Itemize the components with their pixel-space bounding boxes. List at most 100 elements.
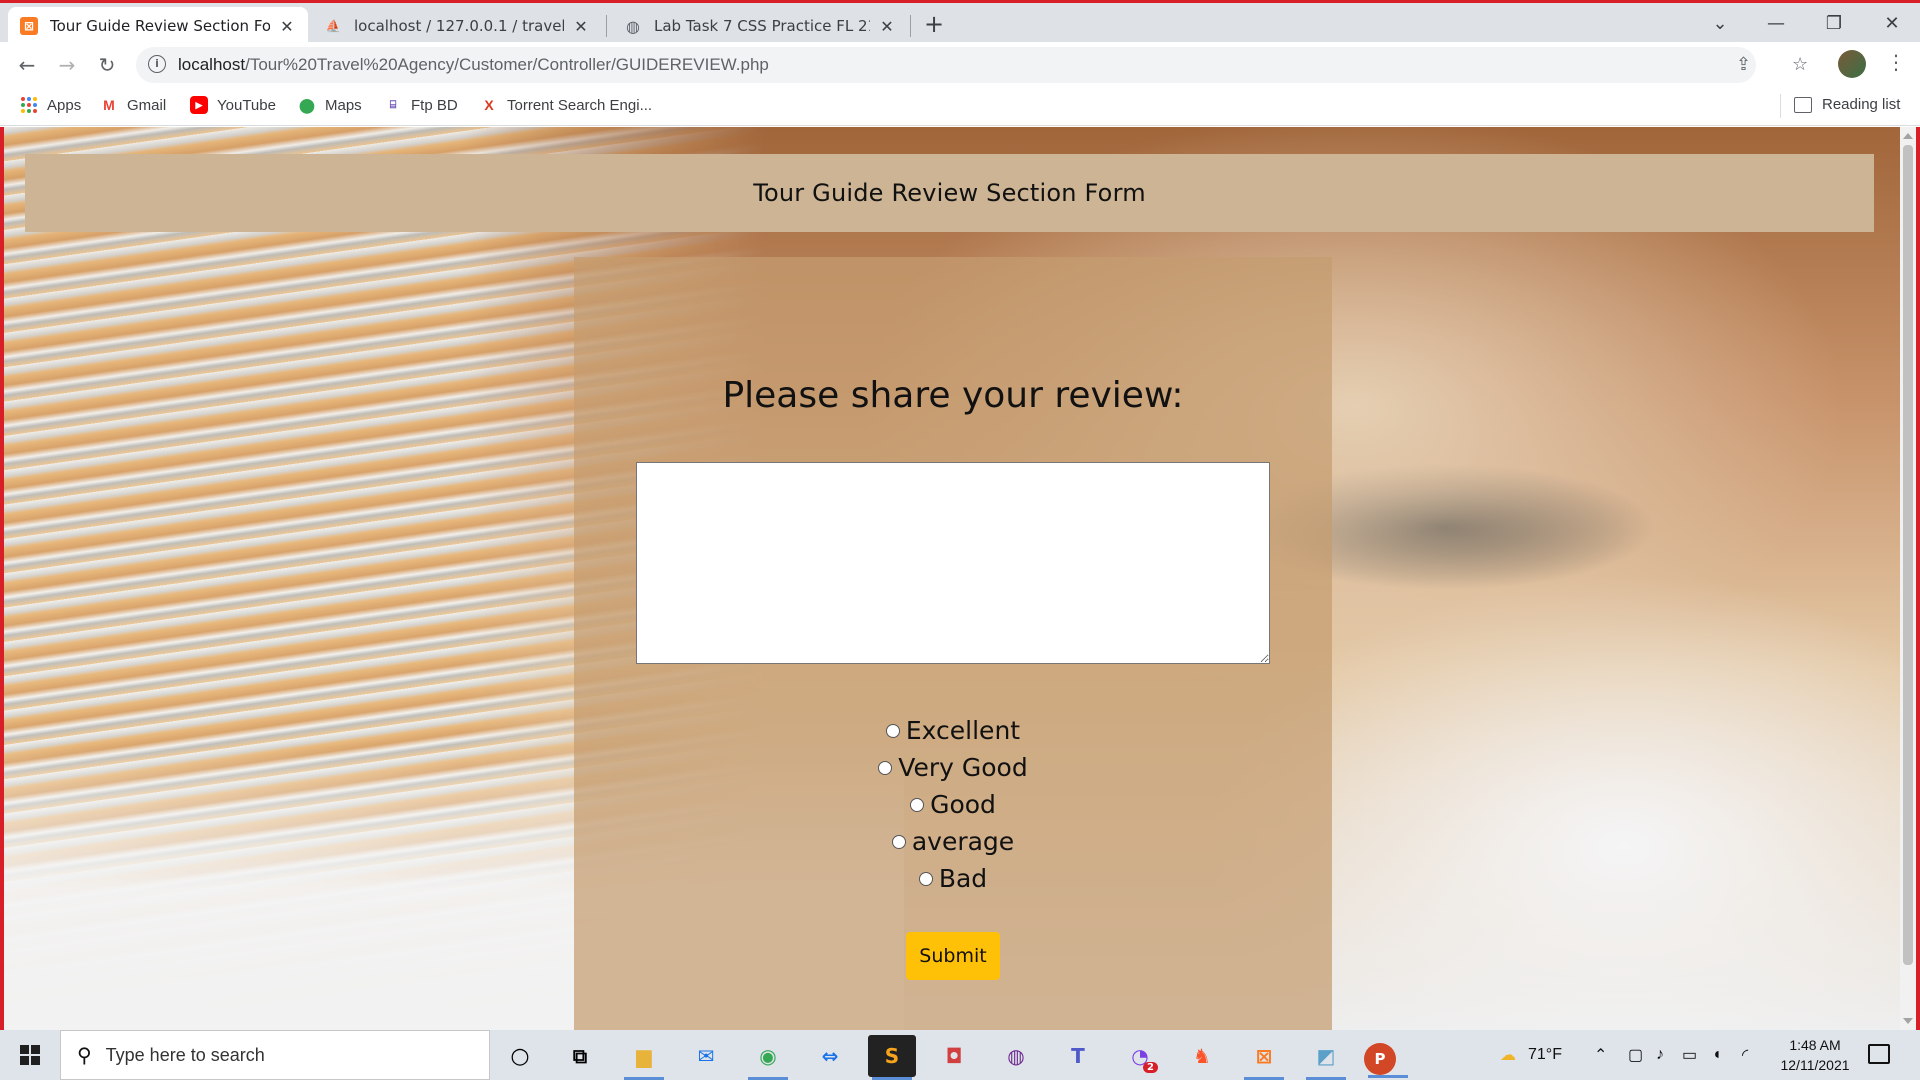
tab-title: Tour Guide Review Section Form (50, 17, 270, 35)
weather-widget[interactable]: ☁ 71°F (1500, 1030, 1562, 1080)
radio-button[interactable] (891, 834, 906, 849)
tab-title: Lab Task 7 CSS Practice FL 21-22 (654, 17, 870, 35)
chrome-icon[interactable]: ◉ (744, 1035, 792, 1080)
taskbar-clock[interactable]: 1:48 AM 12/11/2021 (1768, 1035, 1862, 1075)
tab-phpmyadmin[interactable]: ⛵ localhost / 127.0.0.1 / travel-agen ✕ (312, 7, 602, 45)
close-tab-icon[interactable]: ✕ (878, 17, 896, 36)
bookmark-label: YouTube (217, 96, 276, 114)
page-header: Tour Guide Review Section Form (25, 154, 1874, 232)
review-prompt: Please share your review: (722, 375, 1184, 416)
bookmark-maps[interactable]: ⬤ Maps (298, 96, 362, 114)
battery-icon[interactable]: ▭ (1682, 1030, 1697, 1080)
url-path: /Tour%20Travel%20Agency/Customer/Control… (245, 55, 769, 74)
microphone-icon[interactable]: ♪ (1656, 1030, 1664, 1080)
bookmark-torrent[interactable]: X Torrent Search Engi... (480, 96, 652, 114)
share-icon[interactable]: ⇪ (1736, 54, 1751, 75)
youtube-icon: ▶ (190, 96, 208, 114)
meet-now-icon[interactable]: ▢ (1628, 1030, 1643, 1080)
tab-search-icon[interactable]: ⌄ (1692, 7, 1748, 41)
messenger-icon[interactable]: ◔ 2 (1116, 1035, 1164, 1077)
close-window-icon[interactable]: ✕ (1864, 7, 1920, 41)
restore-icon[interactable]: ❐ (1806, 7, 1862, 41)
rating-option-good[interactable]: Good (574, 786, 1332, 823)
rating-option-average[interactable]: average (574, 823, 1332, 860)
github-desktop-icon[interactable]: ◍ (992, 1035, 1040, 1077)
clock-time: 1:48 AM (1789, 1037, 1841, 1053)
screen-recorder-icon[interactable]: ◘ (930, 1035, 978, 1077)
brave-icon[interactable]: ♞ (1178, 1035, 1226, 1077)
xampp-taskbar-icon[interactable]: ⊠ (1240, 1035, 1288, 1080)
notepad-icon[interactable]: ◩ (1302, 1035, 1350, 1080)
scroll-thumb[interactable] (1903, 145, 1913, 965)
teamviewer-icon[interactable]: ⇔ (806, 1035, 854, 1077)
review-textarea[interactable] (636, 462, 1270, 664)
reload-icon[interactable]: ↻ (92, 50, 122, 80)
minimize-icon[interactable]: — (1748, 7, 1804, 41)
radio-button[interactable] (918, 871, 933, 886)
browser-toolbar: ← → ↻ i localhost/Tour%20Travel%20Agency… (0, 42, 1920, 88)
url-host: localhost (178, 55, 246, 74)
mail-icon[interactable]: ✉ (682, 1035, 730, 1077)
rating-option-very-good[interactable]: Very Good (574, 749, 1332, 786)
radio-button[interactable] (910, 797, 925, 812)
site-info-icon[interactable]: i (148, 55, 166, 73)
bookmark-gmail[interactable]: M Gmail (100, 96, 166, 114)
cortana-icon[interactable]: ○ (496, 1035, 544, 1077)
tab-separator (606, 15, 607, 37)
rating-label: Very Good (898, 753, 1028, 782)
menu-kebab-icon[interactable]: ⋮ (1886, 50, 1906, 74)
page-viewport: Tour Guide Review Section Form Please sh… (0, 127, 1920, 1030)
bookmarks-bar: Apps M Gmail ▶ YouTube ⬤ Maps ⌸ Ftp BD X… (0, 88, 1920, 126)
bookmark-label: Gmail (127, 96, 167, 114)
search-placeholder: Type here to search (105, 1044, 265, 1065)
sublime-text-icon[interactable]: S (868, 1035, 916, 1080)
bookmark-apps[interactable]: Apps (20, 96, 81, 114)
weather-cloud-icon: ☁ (1500, 1047, 1516, 1064)
close-tab-icon[interactable]: ✕ (572, 17, 590, 36)
forward-icon[interactable]: → (52, 50, 82, 80)
task-view-icon[interactable]: ⧉ (556, 1035, 604, 1077)
scroll-up-icon[interactable] (1903, 133, 1913, 139)
bookmark-label: Ftp BD (411, 96, 458, 114)
tab-tour-guide-review[interactable]: ⊠ Tour Guide Review Section Form ✕ (8, 7, 308, 45)
powerpoint-icon[interactable]: P (1364, 1043, 1408, 1078)
phpmyadmin-icon: ⛵ (325, 19, 341, 33)
page-scrollbar[interactable] (1900, 127, 1916, 1030)
bookmark-ftp-bd[interactable]: ⌸ Ftp BD (384, 96, 458, 114)
address-bar[interactable]: i localhost/Tour%20Travel%20Agency/Custo… (136, 47, 1756, 83)
rating-option-bad[interactable]: Bad (574, 860, 1332, 897)
reading-list-icon (1794, 96, 1812, 113)
teams-icon[interactable]: T (1054, 1035, 1102, 1077)
back-icon[interactable]: ← (12, 50, 42, 80)
profile-avatar[interactable] (1838, 50, 1866, 78)
tab-lab-task[interactable]: ◍ Lab Task 7 CSS Practice FL 21-22 ✕ (612, 7, 908, 45)
wifi-icon[interactable]: ◜ (1742, 1030, 1748, 1080)
bookmark-label: Torrent Search Engi... (507, 96, 653, 114)
weather-temp: 71°F (1528, 1046, 1562, 1063)
bookmark-star-icon[interactable]: ☆ (1792, 54, 1808, 75)
radio-button[interactable] (878, 760, 893, 775)
tab-title: localhost / 127.0.0.1 / travel-agen (354, 17, 564, 35)
notification-badge: 2 (1143, 1062, 1158, 1073)
bookmark-youtube[interactable]: ▶ YouTube (190, 96, 276, 114)
maps-pin-icon: ⬤ (299, 96, 315, 113)
file-explorer-icon[interactable]: ▆ (620, 1035, 668, 1080)
radio-button[interactable] (885, 723, 900, 738)
bookmarks-divider (1780, 94, 1781, 118)
gmail-icon: M (103, 97, 115, 113)
reading-list-button[interactable]: Reading list (1794, 96, 1900, 113)
rating-option-excellent[interactable]: Excellent (574, 712, 1332, 749)
taskbar-search[interactable]: ⚲ Type here to search (60, 1030, 490, 1080)
start-button[interactable] (0, 1030, 60, 1080)
bookmark-label: Apps (47, 96, 82, 114)
show-hidden-icons-icon[interactable]: ⌃ (1594, 1030, 1607, 1080)
notification-center-icon[interactable] (1868, 1044, 1890, 1064)
scroll-down-icon[interactable] (1903, 1018, 1913, 1024)
new-tab-button[interactable]: + (920, 11, 948, 39)
url-text: localhost/Tour%20Travel%20Agency/Custome… (178, 55, 769, 75)
close-tab-icon[interactable]: ✕ (278, 17, 296, 36)
review-form: Please share your review: Excellent Very… (574, 257, 1332, 1030)
volume-icon[interactable]: ◖ (1712, 1030, 1722, 1080)
tab-separator (910, 15, 911, 37)
submit-button[interactable]: Submit (906, 932, 1000, 980)
